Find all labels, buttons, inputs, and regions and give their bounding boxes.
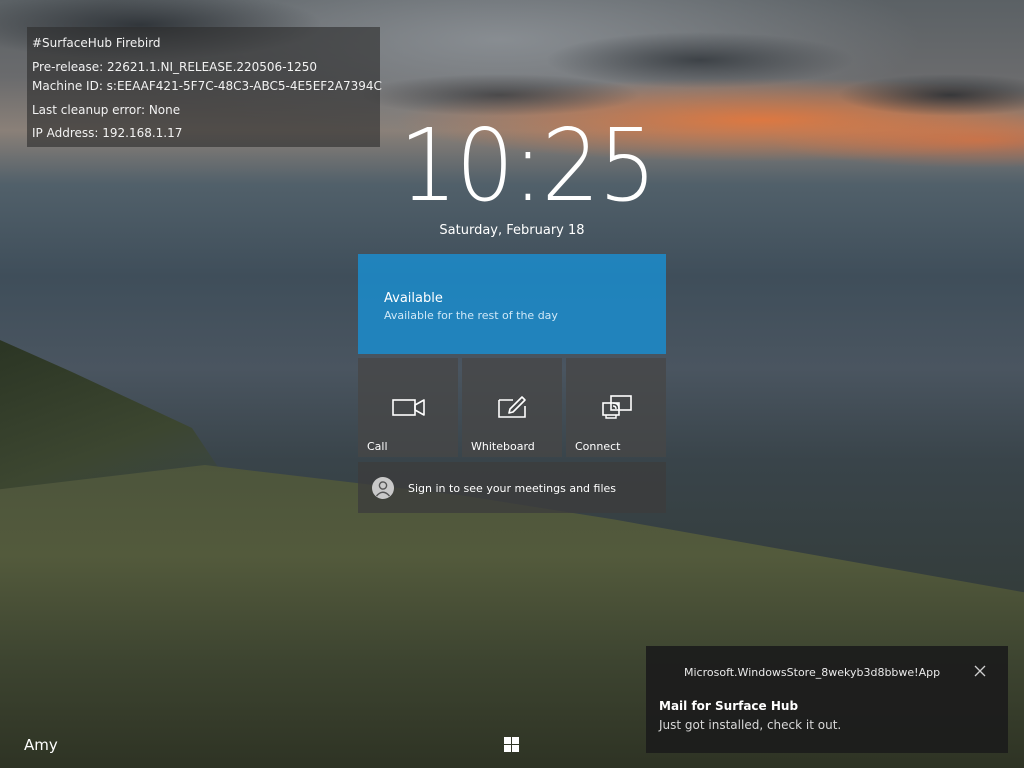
call-label: Call xyxy=(367,440,388,453)
user-name[interactable]: Amy xyxy=(24,736,58,754)
info-pre-release: Pre-release: 22621.1.NI_RELEASE.220506-1… xyxy=(32,60,318,74)
pen-on-board-icon xyxy=(498,396,526,418)
device-info-panel: #SurfaceHub Firebird Pre-release: 22621.… xyxy=(27,27,382,147)
info-ip-address: IP Address: 192.168.1.17 xyxy=(32,126,183,140)
connect-tile[interactable]: Connect xyxy=(566,358,666,457)
close-icon[interactable] xyxy=(971,662,989,680)
info-machine-id: Machine ID: s:EEAAF421-5F7C-48C3-ABC5-4E… xyxy=(32,79,382,93)
person-avatar-icon xyxy=(372,477,394,499)
connect-label: Connect xyxy=(575,440,621,453)
video-camera-icon xyxy=(392,399,425,416)
info-build-name: #SurfaceHub Firebird xyxy=(32,36,161,50)
notification-source: Microsoft.WindowsStore_8wekyb3d8bbwe!App xyxy=(684,666,941,679)
call-tile[interactable]: Call xyxy=(358,358,458,457)
cast-screen-icon xyxy=(602,395,632,419)
whiteboard-tile[interactable]: Whiteboard xyxy=(462,358,562,457)
windows-logo-icon[interactable] xyxy=(504,737,519,752)
availability-tile[interactable]: Available Available for the rest of the … xyxy=(358,254,666,354)
availability-title: Available xyxy=(384,291,443,306)
notification-toast[interactable]: Microsoft.WindowsStore_8wekyb3d8bbwe!App… xyxy=(646,646,1008,753)
clock-time: 10:25 xyxy=(399,107,657,224)
clock-date: Saturday, February 18 xyxy=(439,223,585,238)
whiteboard-label: Whiteboard xyxy=(471,440,535,453)
info-cleanup-error: Last cleanup error: None xyxy=(32,103,181,117)
availability-subtitle: Available for the rest of the day xyxy=(384,309,558,322)
sign-in-label: Sign in to see your meetings and files xyxy=(408,482,617,495)
notification-body: Just got installed, check it out. xyxy=(659,718,842,732)
sign-in-tile[interactable]: Sign in to see your meetings and files xyxy=(358,462,666,513)
notification-title: Mail for Surface Hub xyxy=(659,699,799,713)
